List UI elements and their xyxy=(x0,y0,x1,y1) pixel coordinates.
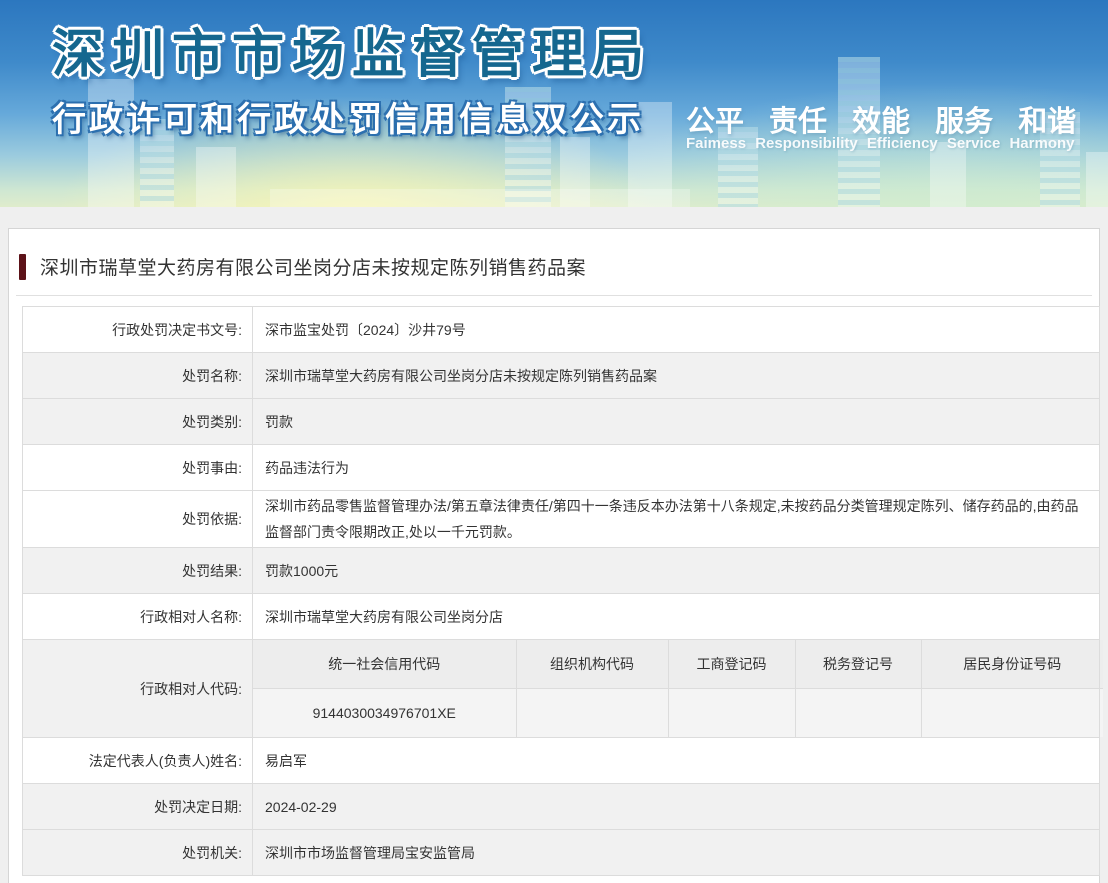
page-title: 深圳市瑞草堂大药房有限公司坐岗分店未按规定陈列销售药品案 xyxy=(40,253,586,280)
row-label: 行政相对人代码: xyxy=(23,640,253,738)
codes-value xyxy=(795,688,921,737)
row-label: 处罚依据: xyxy=(23,491,253,548)
row-label: 行政相对人名称: xyxy=(23,594,253,640)
row-label: 处罚机关: xyxy=(23,830,253,876)
codes-col-header: 组织机构代码 xyxy=(516,640,668,688)
row-value: 易启军 xyxy=(253,738,1100,784)
row-value: 罚款1000元 xyxy=(253,548,1100,594)
row-value: 深圳市瑞草堂大药房有限公司坐岗分店 xyxy=(253,594,1100,640)
table-row: 行政处罚决定书文号: 深市监宝处罚〔2024〕沙井79号 xyxy=(23,307,1100,353)
table-row-codes: 行政相对人代码: 统一社会信用代码 组织机构代码 工商登记码 税务登记号 居民身… xyxy=(23,640,1100,738)
codes-value: 9144030034976701XE xyxy=(253,688,516,737)
row-label: 处罚名称: xyxy=(23,353,253,399)
table-row: 处罚类别: 罚款 xyxy=(23,399,1100,445)
codes-value-row: 9144030034976701XE xyxy=(253,688,1103,737)
codes-value xyxy=(921,688,1103,737)
content-card: 深圳市瑞草堂大药房有限公司坐岗分店未按规定陈列销售药品案 行政处罚决定书文号: … xyxy=(8,228,1100,883)
site-banner: 深圳市市场监督管理局 行政许可和行政处罚信用信息双公示 公平 责任 效能 服务 … xyxy=(0,0,1108,207)
table-row: 行政相对人名称: 深圳市瑞草堂大药房有限公司坐岗分店 xyxy=(23,594,1100,640)
codes-value xyxy=(516,688,668,737)
row-label: 处罚决定日期: xyxy=(23,784,253,830)
codes-col-header: 居民身份证号码 xyxy=(921,640,1103,688)
table-row: 处罚事由: 药品违法行为 xyxy=(23,445,1100,491)
row-label: 行政处罚决定书文号: xyxy=(23,307,253,353)
title-divider xyxy=(16,295,1092,296)
row-label: 处罚结果: xyxy=(23,548,253,594)
row-label: 处罚事由: xyxy=(23,445,253,491)
row-value: 深市监宝处罚〔2024〕沙井79号 xyxy=(253,307,1100,353)
penalty-info-table: 行政处罚决定书文号: 深市监宝处罚〔2024〕沙井79号 处罚名称: 深圳市瑞草… xyxy=(22,306,1100,876)
table-row: 处罚结果: 罚款1000元 xyxy=(23,548,1100,594)
codes-col-header: 统一社会信用代码 xyxy=(253,640,516,688)
case-title-row: 深圳市瑞草堂大药房有限公司坐岗分店未按规定陈列销售药品案 xyxy=(15,253,1093,280)
table-row: 处罚名称: 深圳市瑞草堂大药房有限公司坐岗分店未按规定陈列销售药品案 xyxy=(23,353,1100,399)
row-value: 深圳市瑞草堂大药房有限公司坐岗分店未按规定陈列销售药品案 xyxy=(253,353,1100,399)
row-value: 罚款 xyxy=(253,399,1100,445)
codes-header-row: 统一社会信用代码 组织机构代码 工商登记码 税务登记号 居民身份证号码 xyxy=(253,640,1103,688)
site-subtitle: 行政许可和行政处罚信用信息双公示 xyxy=(52,92,644,141)
row-value: 深圳市药品零售监督管理办法/第五章法律责任/第四十一条违反本办法第十八条规定,未… xyxy=(253,491,1100,548)
codes-table: 统一社会信用代码 组织机构代码 工商登记码 税务登记号 居民身份证号码 9144… xyxy=(253,640,1103,737)
slogan-chinese: 公平 责任 效能 服务 和谐 xyxy=(686,98,1076,140)
row-value: 药品违法行为 xyxy=(253,445,1100,491)
codes-value xyxy=(668,688,795,737)
row-label: 处罚类别: xyxy=(23,399,253,445)
site-title: 深圳市市场监督管理局 xyxy=(52,12,652,87)
title-accent-bar xyxy=(19,254,26,280)
slogan-english: Faimess Responsibility Efficiency Servic… xyxy=(686,135,1074,152)
codes-col-header: 工商登记码 xyxy=(668,640,795,688)
row-value: 2024-02-29 xyxy=(253,784,1100,830)
table-row: 法定代表人(负责人)姓名: 易启军 xyxy=(23,738,1100,784)
row-label: 法定代表人(负责人)姓名: xyxy=(23,738,253,784)
table-row: 处罚决定日期: 2024-02-29 xyxy=(23,784,1100,830)
codes-cell: 统一社会信用代码 组织机构代码 工商登记码 税务登记号 居民身份证号码 9144… xyxy=(253,640,1100,738)
codes-col-header: 税务登记号 xyxy=(795,640,921,688)
table-row: 处罚依据: 深圳市药品零售监督管理办法/第五章法律责任/第四十一条违反本办法第十… xyxy=(23,491,1100,548)
table-row: 处罚机关: 深圳市市场监督管理局宝安监管局 xyxy=(23,830,1100,876)
row-value: 深圳市市场监督管理局宝安监管局 xyxy=(253,830,1100,876)
